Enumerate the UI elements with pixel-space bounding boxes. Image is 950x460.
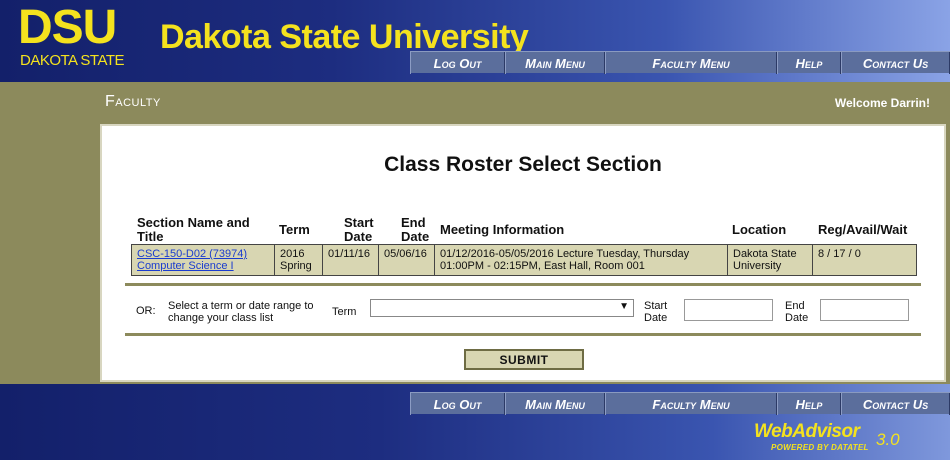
dsu-logo[interactable]: DSU bbox=[18, 4, 117, 52]
col-header-reg-avail-wait: Reg/Avail/Wait bbox=[818, 222, 908, 237]
nav-contact-us-link[interactable]: Contact Us bbox=[841, 52, 950, 74]
end-date-cell: 05/06/16 bbox=[379, 245, 435, 275]
term-label: Term bbox=[332, 306, 357, 318]
col-header-start-date: Start Date bbox=[344, 215, 374, 244]
col-header-section: Section Name and Title bbox=[137, 215, 250, 244]
nav-help-link[interactable]: Help bbox=[777, 52, 841, 74]
top-nav-bar: Log Out Main Menu Faculty Menu Help Cont… bbox=[410, 51, 950, 74]
submit-button[interactable]: SUBMIT bbox=[464, 349, 584, 370]
page-title: Class Roster Select Section bbox=[384, 153, 662, 176]
col-header-end-date: End Date bbox=[401, 215, 430, 244]
end-date-label: End Date bbox=[785, 300, 809, 324]
footer-faculty-menu-link[interactable]: Faculty Menu bbox=[605, 393, 777, 415]
col-header-meeting: Meeting Information bbox=[440, 222, 565, 237]
main-panel: Class Roster Select Section Section Name… bbox=[100, 124, 946, 382]
filter-instruction: Select a term or date range to change you… bbox=[168, 300, 314, 324]
location-cell: Dakota State University bbox=[728, 245, 813, 275]
nav-main-menu-link[interactable]: Main Menu bbox=[505, 52, 605, 74]
webadvisor-version: 3.0 bbox=[876, 430, 900, 449]
reg-avail-wait-cell: 8 / 17 / 0 bbox=[818, 248, 861, 260]
section-cell: CSC-150-D02 (73974) Computer Science I bbox=[132, 245, 275, 275]
footer-help-link[interactable]: Help bbox=[777, 393, 841, 415]
col-header-term: Term bbox=[279, 222, 310, 237]
powered-by-label: POWERED BY DATATEL bbox=[771, 443, 869, 452]
section-heading: Faculty bbox=[105, 93, 161, 110]
start-date-input[interactable] bbox=[684, 299, 773, 321]
footer-logout-link[interactable]: Log Out bbox=[410, 393, 505, 415]
footer-main-menu-link[interactable]: Main Menu bbox=[505, 393, 605, 415]
dropdown-arrow-icon: ▼ bbox=[619, 301, 629, 312]
divider-bottom bbox=[125, 333, 921, 336]
start-date-label: Start Date bbox=[644, 300, 668, 324]
welcome-message: Welcome Darrin! bbox=[834, 96, 930, 110]
or-label: OR: bbox=[136, 305, 156, 317]
divider-top bbox=[125, 283, 921, 286]
webadvisor-logo: WebAdvisor bbox=[754, 421, 860, 442]
term-select[interactable]: ▼ bbox=[370, 299, 634, 317]
dsu-logo-subtitle: DAKOTA STATE bbox=[20, 52, 125, 69]
nav-faculty-menu-link[interactable]: Faculty Menu bbox=[605, 52, 777, 74]
section-link[interactable]: CSC-150-D02 (73974) Computer Science I bbox=[137, 248, 247, 272]
bottom-nav-bar: Log Out Main Menu Faculty Menu Help Cont… bbox=[410, 392, 950, 415]
footer-contact-us-link[interactable]: Contact Us bbox=[841, 393, 950, 415]
table-row: CSC-150-D02 (73974) Computer Science I 20… bbox=[131, 244, 917, 276]
start-date-cell: 01/11/16 bbox=[323, 245, 379, 275]
nav-logout-link[interactable]: Log Out bbox=[410, 52, 505, 74]
term-cell: 2016 Spring bbox=[275, 245, 323, 275]
col-header-location: Location bbox=[732, 222, 787, 237]
end-date-input[interactable] bbox=[820, 299, 909, 321]
meeting-cell: 01/12/2016-05/05/2016 Lecture Tuesday, T… bbox=[435, 245, 728, 275]
